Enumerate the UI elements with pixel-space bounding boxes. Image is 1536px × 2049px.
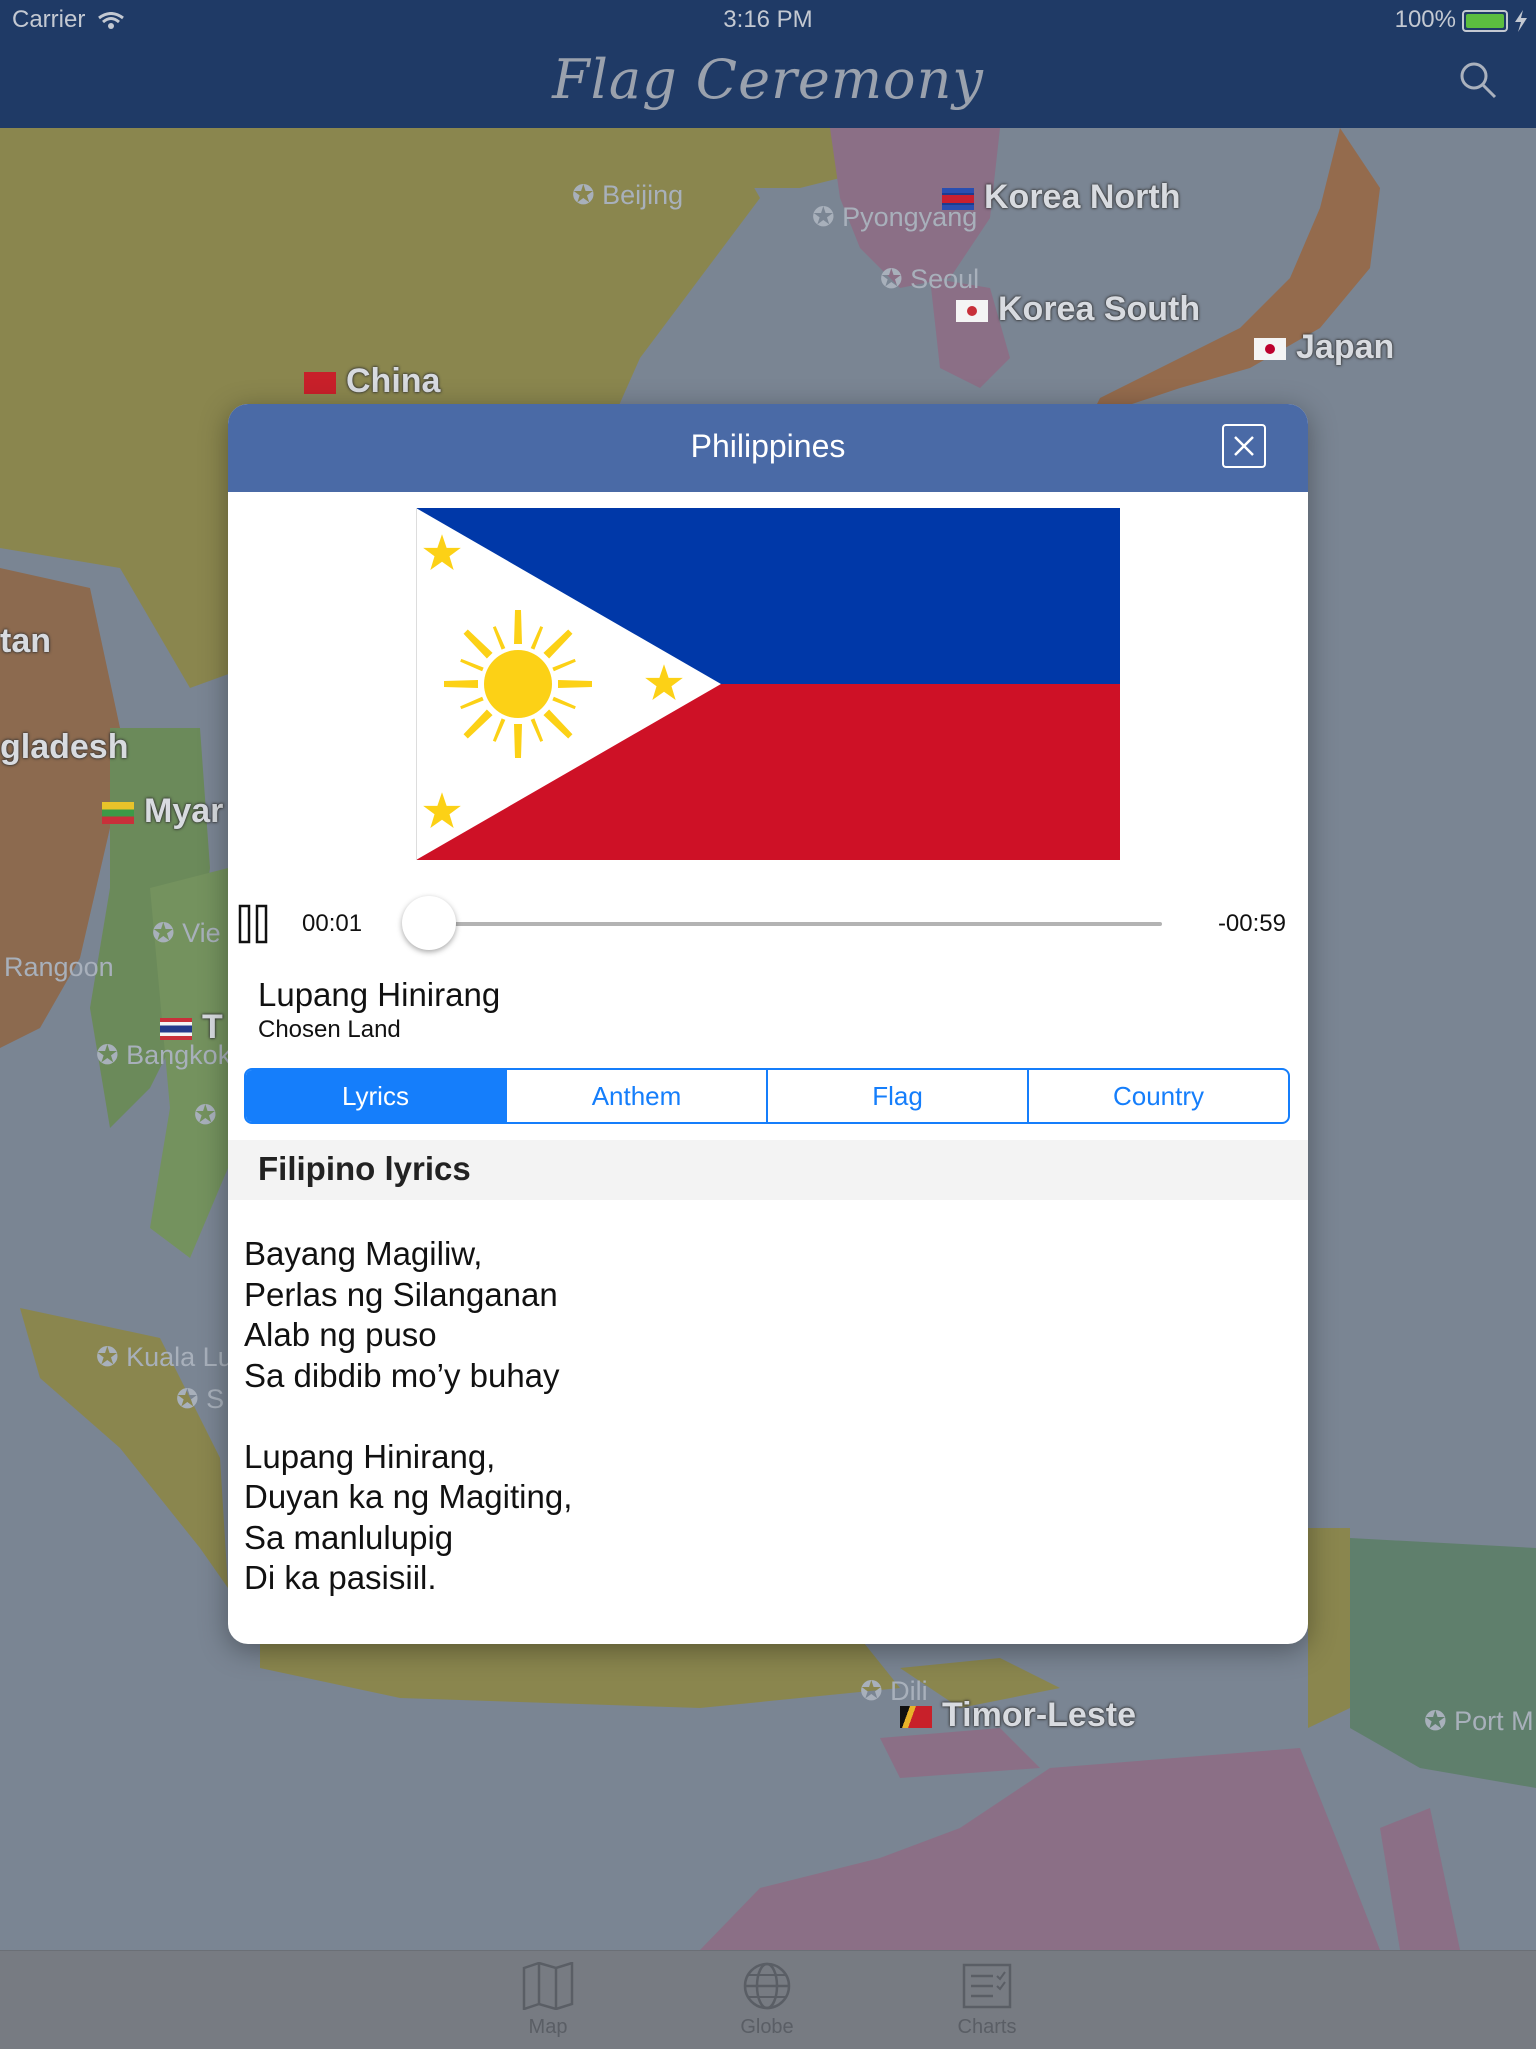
battery-icon — [1462, 10, 1508, 32]
globe-icon — [743, 1962, 791, 2010]
pause-button[interactable] — [238, 904, 270, 944]
lyrics-line: Di ka pasisiil. — [244, 1559, 437, 1596]
map-city-dili[interactable]: ✪ Dili — [860, 1676, 928, 1707]
tab-label: Globe — [740, 2016, 794, 2038]
city-name: Kuala Lu — [126, 1342, 233, 1372]
city-name: Vie — [182, 918, 221, 948]
japan-flag-icon — [1254, 338, 1286, 361]
tab-flag[interactable]: Flag — [766, 1070, 1027, 1122]
country-name: China — [346, 362, 441, 400]
tab-anthem[interactable]: Anthem — [505, 1070, 766, 1122]
city-name: S — [206, 1384, 225, 1414]
charts-icon — [962, 1963, 1012, 2009]
battery-percent: 100% — [1394, 6, 1456, 33]
myanmar-flag-icon — [102, 802, 134, 825]
modal-title: Philippines — [690, 428, 846, 464]
progress-thumb[interactable] — [401, 896, 456, 950]
map-city-vientiane[interactable]: ✪ Vie — [152, 918, 221, 949]
tab-lyrics[interactable]: Lyrics — [246, 1070, 505, 1122]
map-label-myanmar[interactable]: Myar — [102, 792, 223, 831]
map-label-japan[interactable]: Japan — [1254, 328, 1394, 367]
country-name: Korea North — [984, 178, 1181, 216]
lyrics-line: Lupang Hinirang, — [244, 1437, 496, 1475]
city-name: Beijing — [602, 180, 684, 210]
map-label-timor-leste[interactable]: Timor-Leste — [900, 1696, 1136, 1735]
map-city-bangkok[interactable]: ✪ Bangkok — [96, 1040, 231, 1071]
country-name: Myar — [144, 792, 224, 830]
lyrics-line: Bayang Magiliw, — [244, 1235, 483, 1272]
city-name: Seoul — [910, 264, 980, 294]
lyrics-line: Sa dibdib mo’y buhay — [244, 1356, 560, 1394]
tab-country[interactable]: Country — [1027, 1070, 1288, 1122]
progress-track[interactable] — [414, 922, 1162, 926]
map-label-korea-south[interactable]: Korea South — [956, 290, 1200, 329]
close-button[interactable] — [1222, 424, 1266, 468]
time-remaining: -00:59 — [1217, 910, 1286, 937]
tab-label: Charts — [957, 2016, 1017, 2038]
section-title: Filipino lyrics — [258, 1150, 471, 1187]
map-city-beijing[interactable]: ✪ Beijing — [572, 180, 683, 211]
map-city-marker[interactable]: ✪ — [194, 1100, 217, 1131]
thailand-flag-icon — [160, 1018, 192, 1041]
lyrics-line: Perlas ng Silanganan — [244, 1275, 558, 1313]
app-title: Flag Ceremony — [552, 48, 984, 111]
map-city-pyongyang[interactable]: ✪ Pyongyang — [812, 202, 977, 233]
city-name: Port M — [1454, 1706, 1534, 1736]
country-name: Japan — [1296, 328, 1395, 366]
map-label-korea-north[interactable]: Korea North — [942, 178, 1180, 217]
tab-globe[interactable]: Globe — [697, 1962, 837, 2039]
anthem-title: Lupang Hinirang — [258, 976, 501, 1013]
map-city-port-moresby[interactable]: ✪ Port M — [1424, 1706, 1534, 1737]
country-name: Korea South — [998, 290, 1201, 328]
map-label-partial-bangladesh[interactable]: gladesh — [0, 728, 128, 767]
map-city-seoul[interactable]: ✪ Seoul — [880, 264, 979, 295]
south-korea-flag-icon — [956, 300, 988, 323]
tab-charts[interactable]: Charts — [917, 1962, 1057, 2039]
lyrics-line: Sa manlulupig — [244, 1518, 454, 1556]
lyrics-stanza: Bayang Magiliw, Perlas ng Silanganan Ala… — [244, 1234, 1284, 1396]
city-name: Bangkok — [126, 1040, 232, 1070]
map-label-china[interactable]: China — [304, 362, 440, 401]
china-flag-icon — [304, 372, 336, 395]
country-name: Timor-Leste — [942, 1696, 1136, 1734]
lyrics-stanza: Lupang Hinirang, Duyan ka ng Magiting, S… — [244, 1437, 1284, 1599]
philippines-flag — [416, 508, 1120, 860]
lyrics-line: Alab ng puso — [244, 1316, 437, 1353]
search-icon[interactable] — [1458, 60, 1498, 100]
lyrics-line: Duyan ka ng Magiting, — [244, 1478, 573, 1515]
city-name: Pyongyang — [842, 202, 978, 232]
lyrics-text: Bayang Magiliw, Perlas ng Silanganan Ala… — [244, 1234, 1284, 1639]
tab-label: Map — [528, 2016, 568, 2038]
map-city-kuala-lumpur[interactable]: ✪ Kuala Lu — [96, 1342, 233, 1373]
close-icon — [1234, 436, 1254, 456]
time-elapsed: 00:01 — [302, 910, 363, 937]
tab-map[interactable]: Map — [478, 1962, 618, 2039]
map-city-singapore[interactable]: ✪ S — [176, 1384, 224, 1415]
map-city-rangoon[interactable]: Rangoon — [4, 952, 114, 983]
timor-leste-flag-icon — [900, 1706, 932, 1729]
charging-icon — [1515, 10, 1527, 32]
map-label-partial-tan[interactable]: tan — [0, 622, 51, 661]
anthem-subtitle: Chosen Land — [258, 1016, 401, 1043]
city-name: Dili — [890, 1676, 928, 1706]
map-icon — [522, 1962, 574, 2010]
country-modal: Philippines 00:01 -00:59 Lupang Hinirang… — [228, 404, 1308, 1644]
segmented-control: Lyrics Anthem Flag Country — [244, 1068, 1290, 1124]
status-time: 3:16 PM — [723, 6, 813, 33]
